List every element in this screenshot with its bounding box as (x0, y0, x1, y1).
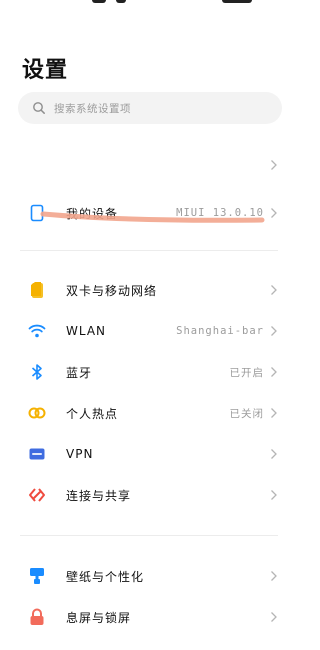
chevron-right-icon (271, 490, 277, 500)
chevron-right-icon (271, 367, 277, 377)
status-bar-indicator (92, 0, 106, 3)
settings-item-vpn[interactable]: VPN (0, 434, 300, 474)
connection-share-icon (28, 486, 46, 504)
search-icon (33, 102, 45, 114)
settings-item-my-device[interactable]: 我的设备 MIUI 13.0.10 (0, 193, 300, 233)
lock-icon (28, 608, 46, 626)
bluetooth-icon (28, 363, 46, 381)
wifi-icon (28, 322, 46, 340)
chevron-right-icon (271, 285, 277, 295)
settings-item-bluetooth[interactable]: 蓝牙 已开启 (0, 352, 300, 392)
settings-item-label: 我的设备 (66, 206, 119, 221)
settings-item-connection-share[interactable]: 连接与共享 (0, 475, 300, 515)
hotspot-icon (28, 404, 46, 422)
settings-item-label: 息屏与锁屏 (66, 610, 132, 625)
chevron-right-icon (271, 408, 277, 418)
settings-item-wlan[interactable]: WLAN Shanghai-bar (0, 311, 300, 351)
chevron-right-icon (271, 160, 277, 170)
settings-item-top[interactable] (0, 145, 300, 185)
settings-item-wallpaper[interactable]: 壁纸与个性化 (0, 556, 300, 596)
settings-item-sim-network[interactable]: 双卡与移动网络 (0, 270, 300, 310)
search-placeholder: 搜索系统设置项 (54, 102, 131, 115)
settings-item-label: 连接与共享 (66, 488, 132, 503)
search-bar[interactable]: 搜索系统设置项 (18, 92, 282, 124)
settings-item-hotspot[interactable]: 个人热点 已关闭 (0, 393, 300, 433)
chevron-right-icon (271, 449, 277, 459)
chevron-right-icon (271, 612, 277, 622)
chevron-right-icon (271, 326, 277, 336)
wallpaper-icon (28, 567, 46, 585)
vpn-icon (28, 445, 46, 463)
status-bar (0, 0, 300, 10)
chevron-right-icon (271, 208, 277, 218)
status-bar-indicator (222, 0, 252, 3)
settings-item-label: 蓝牙 (66, 365, 93, 380)
settings-item-label: 个人热点 (66, 406, 119, 421)
section-divider (20, 250, 278, 251)
settings-item-label: WLAN (66, 324, 107, 338)
settings-item-value: MIUI 13.0.10 (176, 207, 264, 219)
settings-item-lock-screen[interactable]: 息屏与锁屏 (0, 597, 300, 637)
status-bar-indicator (116, 0, 126, 3)
phone-outline-icon (28, 204, 46, 222)
page-title: 设置 (22, 58, 69, 83)
settings-item-label: 壁纸与个性化 (66, 569, 145, 584)
settings-item-label: VPN (66, 447, 94, 461)
section-divider (20, 535, 278, 536)
settings-item-value: Shanghai-bar (176, 325, 264, 337)
settings-item-value: 已关闭 (229, 407, 264, 420)
sim-card-icon (28, 281, 46, 299)
settings-item-value: 已开启 (229, 366, 264, 379)
chevron-right-icon (271, 571, 277, 581)
settings-item-label: 双卡与移动网络 (66, 283, 158, 298)
